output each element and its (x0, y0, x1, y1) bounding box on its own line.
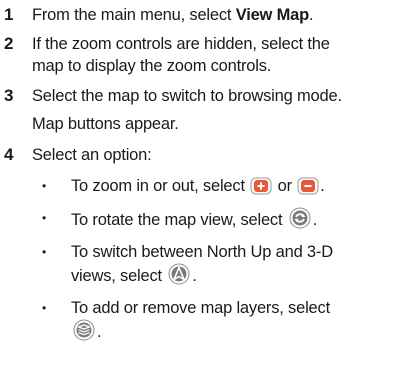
bullet-text-line: To switch between North Up and 3-D (71, 243, 333, 261)
step-text-line: Map buttons appear. (32, 115, 179, 133)
bullet-north-up: • To switch between North Up and 3-D vie… (42, 241, 412, 285)
bullet-text-part: . (192, 267, 197, 285)
bullet-dot: • (42, 245, 47, 259)
menu-item-name: View Map (235, 6, 309, 24)
step-text-line: Select the map to switch to browsing mod… (32, 87, 342, 105)
bullet-layers: • To add or remove map layers, select . (42, 297, 412, 341)
step-number: 4 (4, 145, 14, 164)
bullet-dot: • (42, 301, 47, 315)
step-text-line: If the zoom controls are hidden, select … (32, 35, 330, 53)
zoom-out-icon (297, 177, 319, 195)
step-text-line: map to display the zoom controls. (32, 57, 272, 75)
bullet-text-part: To rotate the map view, select (71, 211, 287, 229)
bullet-text: . (71, 319, 411, 343)
layers-icon (72, 319, 96, 341)
bullet-text: views, select . (71, 263, 411, 287)
zoom-in-icon (250, 177, 272, 195)
bullet-text-part: . (320, 177, 325, 195)
instruction-page: 1 From the main menu, select View Map. 2… (0, 0, 418, 388)
step-text-part: From the main menu, select (32, 6, 236, 24)
bullet-text-part: To zoom in or out, select (71, 177, 250, 195)
bullet-text-line: To add or remove map layers, select (71, 299, 330, 317)
step-text-part: . (308, 6, 314, 24)
north-up-icon (167, 263, 191, 285)
bullet-text: To rotate the map view, select . (71, 207, 411, 231)
bullet-rotate: • To rotate the map view, select . (42, 207, 412, 229)
bullet-zoom: • To zoom in or out, select or . (42, 175, 412, 197)
step-text: From the main menu, select View Map. (32, 4, 414, 26)
step-number: 3 (4, 86, 14, 105)
step-number: 2 (4, 34, 14, 53)
bullet-dot: • (42, 211, 47, 225)
bullet-text-part: or (273, 177, 297, 195)
rotate-icon (288, 207, 312, 229)
step-number: 1 (4, 5, 14, 24)
bullet-text: To zoom in or out, select or . (71, 175, 411, 197)
bullet-text-part: . (312, 211, 318, 229)
bullet-text-part: . (97, 323, 102, 341)
bullet-dot: • (42, 179, 47, 193)
step-text-line: Select an option: (32, 146, 152, 164)
bullet-text-part: views, select (71, 267, 167, 285)
